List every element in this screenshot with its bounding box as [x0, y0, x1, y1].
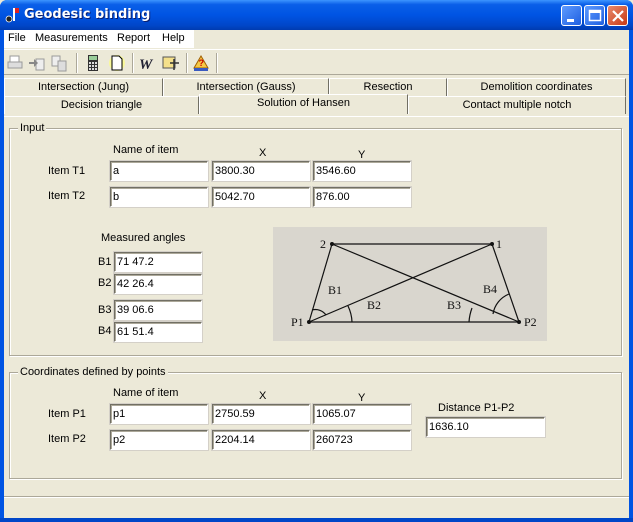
menu-bar-filler [194, 30, 629, 48]
tab-demolition-coordinates[interactable]: Demolition coordinates [447, 78, 626, 96]
distance-label: Distance P1-P2 [438, 402, 515, 414]
input-group: Input Name of item X Y Item T1 Item T2 M… [9, 122, 622, 356]
tab-page-hansen: Input Name of item X Y Item T1 Item T2 M… [4, 116, 629, 494]
label-angle-b1: B1 [328, 283, 342, 297]
point-p1 [307, 320, 311, 324]
svg-text:W: W [139, 57, 154, 72]
toolbar-separator [76, 53, 78, 73]
item-p1-y-field[interactable] [313, 404, 411, 424]
angle-b4-field[interactable] [114, 322, 202, 342]
menu-bar: File Measurements Report Help [4, 30, 629, 48]
item-p2-x-field[interactable] [212, 430, 310, 450]
maximize-icon [588, 9, 602, 22]
status-bar [4, 496, 629, 518]
arc-b1 [311, 308, 327, 316]
minimize-icon [567, 19, 574, 22]
window-bottom-border [0, 518, 633, 522]
arc-b2 [347, 305, 353, 323]
input-group-title: Input [18, 122, 47, 134]
measured-angles-label: Measured angles [101, 232, 186, 244]
new-document-icon[interactable] [108, 54, 126, 72]
menu-help[interactable]: Help [162, 32, 185, 44]
menu-measurements[interactable]: Measurements [35, 32, 108, 44]
angle-b4-label: B4 [98, 325, 112, 337]
item-p2-name-field[interactable] [110, 430, 208, 450]
item-t1-y-field[interactable] [313, 161, 411, 181]
col-header-y-out: Y [358, 392, 366, 404]
export-icon[interactable] [50, 54, 68, 72]
distance-field[interactable] [426, 417, 545, 437]
angle-b2-label: B2 [98, 277, 112, 289]
toolbar-separator [132, 53, 134, 73]
item-p2-y-field[interactable] [313, 430, 411, 450]
minimize-button[interactable] [561, 5, 582, 26]
coordinates-group-title: Coordinates defined by points [18, 366, 168, 378]
item-t1-x-field[interactable] [212, 161, 310, 181]
label-point-2: 2 [320, 237, 326, 251]
item-t2-name-field[interactable] [110, 187, 208, 207]
item-t2-y-field[interactable] [313, 187, 411, 207]
item-p2-label: Item P2 [48, 433, 86, 445]
import-icon[interactable] [28, 54, 46, 72]
hansen-diagram-svg: 2 1 P1 P2 B1 B2 B3 B4 [291, 237, 537, 329]
item-t2-label: Item T2 [48, 190, 86, 202]
toolbar: W ? [4, 49, 629, 75]
label-point-p2: P2 [524, 315, 537, 329]
col-header-y: Y [358, 149, 366, 161]
col-header-name: Name of item [113, 144, 179, 156]
calculator-icon[interactable] [84, 54, 102, 72]
client-area: File Measurements Report Help W ? Inters… [4, 30, 629, 518]
item-p1-x-field[interactable] [212, 404, 310, 424]
angle-b1-label: B1 [98, 256, 112, 268]
window-title: Geodesic binding [24, 7, 151, 22]
tab-row-2: Decision triangle Solution of Hansen Con… [4, 94, 629, 114]
label-point-p1: P1 [291, 315, 304, 329]
item-p1-name-field[interactable] [110, 404, 208, 424]
col-header-x: X [259, 147, 267, 159]
tab-solution-of-hansen[interactable]: Solution of Hansen [199, 94, 408, 114]
title-bar[interactable]: Geodesic binding [0, 0, 633, 30]
toolbar-separator [186, 53, 188, 73]
point-1 [490, 242, 494, 246]
close-icon [612, 10, 624, 22]
item-t2-x-field[interactable] [212, 187, 310, 207]
col-header-x-out: X [259, 390, 267, 402]
point-p2 [517, 320, 521, 324]
angle-b2-field[interactable] [114, 274, 202, 294]
svg-text:?: ? [199, 58, 205, 68]
tab-intersection-jung[interactable]: Intersection (Jung) [4, 78, 163, 96]
arc-b4 [492, 293, 510, 315]
print-icon[interactable] [6, 54, 24, 72]
col-header-name-out: Name of item [113, 387, 179, 399]
label-angle-b2: B2 [367, 298, 381, 312]
label-angle-b3: B3 [447, 298, 461, 312]
angle-b3-field[interactable] [114, 300, 202, 320]
menu-file[interactable]: File [8, 32, 26, 44]
app-window: Geodesic binding File Measurements Repor… [0, 0, 633, 522]
app-icon [5, 8, 19, 23]
arc-b3 [468, 307, 473, 323]
item-p1-label: Item P1 [48, 408, 86, 420]
label-point-1: 1 [496, 237, 502, 251]
menu-report[interactable]: Report [117, 32, 150, 44]
label-angle-b4: B4 [483, 282, 497, 296]
tab-decision-triangle[interactable]: Decision triangle [4, 96, 199, 114]
item-t1-name-field[interactable] [110, 161, 208, 181]
word-export-icon[interactable]: W [138, 54, 156, 72]
help-book-icon[interactable]: ? [192, 54, 210, 72]
hansen-diagram: 2 1 P1 P2 B1 B2 B3 B4 [273, 227, 547, 341]
angle-b1-field[interactable] [114, 252, 202, 272]
point-2 [330, 242, 334, 246]
coordinates-icon[interactable] [162, 54, 180, 72]
toolbar-separator [216, 53, 218, 73]
maximize-button[interactable] [584, 5, 605, 26]
close-button[interactable] [607, 5, 628, 26]
item-t1-label: Item T1 [48, 165, 86, 177]
coordinates-group: Coordinates defined by points Name of it… [9, 366, 622, 479]
tab-contact-multiple-notch[interactable]: Contact multiple notch [408, 96, 626, 114]
angle-b3-label: B3 [98, 304, 112, 316]
